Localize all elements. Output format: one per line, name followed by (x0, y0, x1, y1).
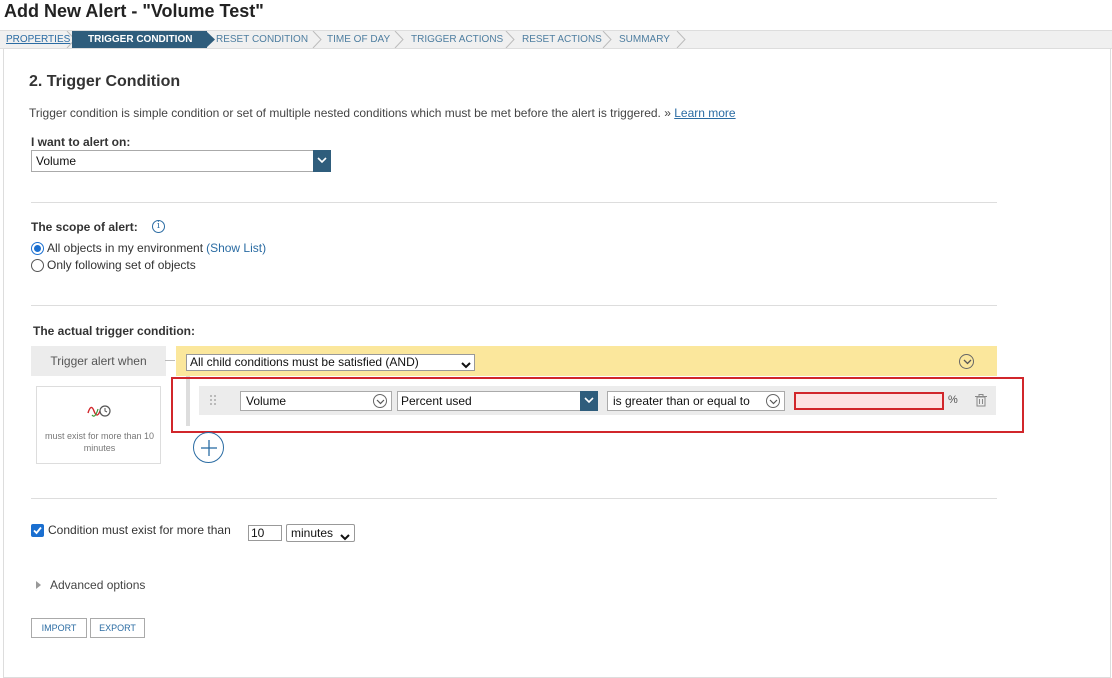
radio-checked[interactable] (31, 241, 44, 255)
chevron-down-icon (340, 529, 350, 545)
section-heading: 2. Trigger Condition (29, 73, 181, 90)
radio-unchecked[interactable] (31, 258, 44, 272)
condition-exist-unit-value: minutes (291, 526, 334, 540)
group-condition-select[interactable]: All child conditions must be satisfied (… (186, 354, 475, 371)
trigger-alert-when-label: Trigger alert when (31, 346, 175, 376)
expand-triangle-icon (36, 581, 41, 589)
chevron-down-icon (461, 358, 471, 373)
scope-option-following-label: Only following set of objects (47, 258, 196, 272)
info-icon[interactable]: i (152, 220, 165, 233)
condition-exist-row[interactable]: Condition must exist for more than (31, 523, 231, 537)
advanced-options-toggle[interactable]: Advanced options (36, 578, 145, 592)
step-separator-chevron-icon (505, 31, 515, 48)
step-trigger-actions[interactable]: TRIGGER ACTIONS (411, 31, 503, 48)
condition-exist-label: Condition must exist for more than (48, 523, 231, 537)
condition-exist-unit-select[interactable]: minutes (286, 524, 355, 542)
step-separator-chevron-icon (602, 31, 612, 48)
condition-duration-caption: must exist for more than 10 minutes (44, 431, 155, 453)
trigger-condition-label: The actual trigger condition: (33, 324, 196, 338)
divider (31, 202, 997, 203)
divider (31, 498, 997, 499)
step-summary[interactable]: SUMMARY (619, 31, 670, 48)
condition-exist-minutes-input[interactable]: 10 (248, 525, 282, 541)
step-active-chevron-icon (206, 31, 216, 48)
collapse-group-chevron-icon[interactable] (959, 354, 974, 369)
alert-on-value: Volume (36, 154, 77, 168)
step-trigger-condition[interactable]: TRIGGER CONDITION (72, 31, 207, 48)
step-time-of-day[interactable]: TIME OF DAY (327, 31, 390, 48)
condition-exist-checkbox[interactable] (31, 523, 44, 537)
scope-option-all[interactable]: All objects in my environment (Show List… (31, 241, 266, 255)
export-button[interactable]: EXPORT (90, 618, 145, 638)
advanced-options-label: Advanced options (50, 578, 146, 592)
step-separator-chevron-icon (676, 31, 686, 48)
page-title: Add New Alert - "Volume Test" (4, 1, 264, 21)
scope-option-all-label: All objects in my environment (47, 241, 204, 255)
wizard-steps: PROPERTIES TRIGGER CONDITION RESET CONDI… (0, 30, 1112, 49)
scope-label: The scope of alert: (31, 220, 138, 234)
scope-option-following[interactable]: Only following set of objects (31, 258, 196, 272)
step-separator-chevron-icon (312, 31, 322, 48)
learn-more-link[interactable]: Learn more (674, 106, 735, 120)
condition-duration-box: must exist for more than 10 minutes (36, 386, 161, 464)
step-separator-chevron-icon (394, 31, 404, 48)
step-properties[interactable]: PROPERTIES (6, 31, 70, 48)
section-description: Trigger condition is simple condition or… (29, 106, 736, 120)
divider (31, 305, 997, 306)
wave-timer-icon (87, 401, 113, 426)
description-text: Trigger condition is simple condition or… (29, 106, 671, 120)
alert-on-select[interactable]: Volume (31, 150, 331, 172)
import-button[interactable]: IMPORT (31, 618, 87, 638)
chevron-down-icon[interactable] (313, 150, 331, 172)
show-list-link[interactable]: (Show List) (206, 241, 266, 255)
step-reset-actions[interactable]: RESET ACTIONS (522, 31, 602, 48)
add-condition-plus-icon[interactable] (193, 432, 224, 463)
group-condition-value: All child conditions must be satisfied (… (190, 355, 419, 369)
step-reset-condition[interactable]: RESET CONDITION (216, 31, 308, 48)
highlight-frame (171, 377, 1024, 433)
alert-on-label: I want to alert on: (31, 135, 131, 149)
